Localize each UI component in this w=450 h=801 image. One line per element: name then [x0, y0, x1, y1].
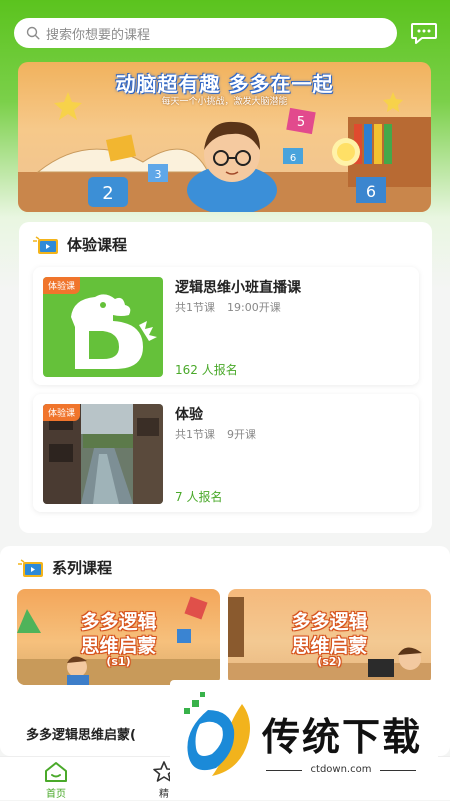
series-card[interactable]: 多多逻辑 思维启蒙 (s2): [228, 589, 431, 685]
status-bar: [0, 0, 450, 10]
svg-text:6: 6: [366, 182, 376, 201]
watermark-rule-right: [380, 770, 416, 771]
series-cover-line2: 思维启蒙: [291, 635, 368, 657]
course-meta: 共1节课 19:00开课: [175, 299, 281, 315]
enroll-count: 162 人报名: [175, 363, 238, 377]
section-title: 系列课程: [52, 559, 113, 577]
tv-icon: [33, 235, 58, 254]
series-course-name: 多多逻辑思维启蒙(: [26, 728, 136, 743]
trial-tag: 体验课: [43, 404, 81, 421]
course-name: 逻辑思维小班直播课: [175, 280, 301, 296]
series-cover-line2: 思维启蒙: [80, 635, 157, 657]
lesson-count: 共1节课: [175, 301, 215, 314]
course-name: 体验: [175, 407, 203, 423]
series-cover-sub: (s1): [106, 655, 131, 668]
trial-tag: 体验课: [43, 277, 81, 294]
start-time: 19:00开课: [227, 301, 281, 314]
watermark-logo: [184, 692, 250, 776]
course-thumbnail: 体验课: [43, 277, 163, 377]
banner-title: 动脑超有趣 多多在一起: [115, 72, 334, 96]
enroll-count: 7 人报名: [175, 490, 223, 504]
course-item[interactable]: 体验课 体验 共1节课 9开课 7 人报名: [33, 394, 419, 512]
svg-text:2: 2: [102, 183, 113, 204]
course-item[interactable]: 体验课 逻辑思维小班直播课 共1节课 19:00开课 162 人报名: [33, 267, 419, 385]
search-icon: [26, 26, 40, 40]
trial-course-section: 体验课程 体验课 逻辑思维小班直播课 共1节课 19:00开课 162 人报名: [19, 222, 432, 533]
tab-home[interactable]: 首页: [26, 757, 86, 801]
series-cover-line1: 多多逻辑: [291, 611, 368, 633]
banner-subtitle: 每天一个小挑战，激发大脑潜能: [161, 97, 288, 107]
home-icon: [45, 762, 67, 782]
tab-home-label: 首页: [46, 789, 66, 800]
course-meta: 共1节课 9开课: [175, 426, 256, 442]
section-header: 系列课程: [18, 557, 112, 578]
section-header: 体验课程: [33, 234, 127, 255]
tv-icon: [18, 558, 43, 577]
message-icon[interactable]: [410, 21, 438, 45]
start-time: 9开课: [227, 428, 256, 441]
series-cover-sub: (s2): [317, 655, 342, 668]
lesson-count: 共1节课: [175, 428, 215, 441]
series-cover-line1: 多多逻辑: [80, 611, 157, 633]
watermark-overlay: 传统下载 ctdown.com: [170, 680, 438, 790]
course-thumbnail: 体验课: [43, 404, 163, 504]
series-card[interactable]: 多多逻辑 思维启蒙 (s1): [17, 589, 220, 685]
search-placeholder[interactable]: 搜索你想要的课程: [46, 24, 150, 43]
svg-text:6: 6: [290, 153, 296, 164]
search-bar[interactable]: 搜索你想要的课程: [14, 18, 397, 48]
svg-text:5: 5: [297, 115, 305, 130]
svg-text:3: 3: [155, 168, 162, 181]
promo-banner[interactable]: 2 3 5 6 6 动脑超有趣 多多在一起 每天一个小挑战，激发大脑潜能: [18, 62, 431, 212]
section-title: 体验课程: [67, 236, 128, 254]
watermark-brand: 传统下载: [262, 715, 423, 759]
